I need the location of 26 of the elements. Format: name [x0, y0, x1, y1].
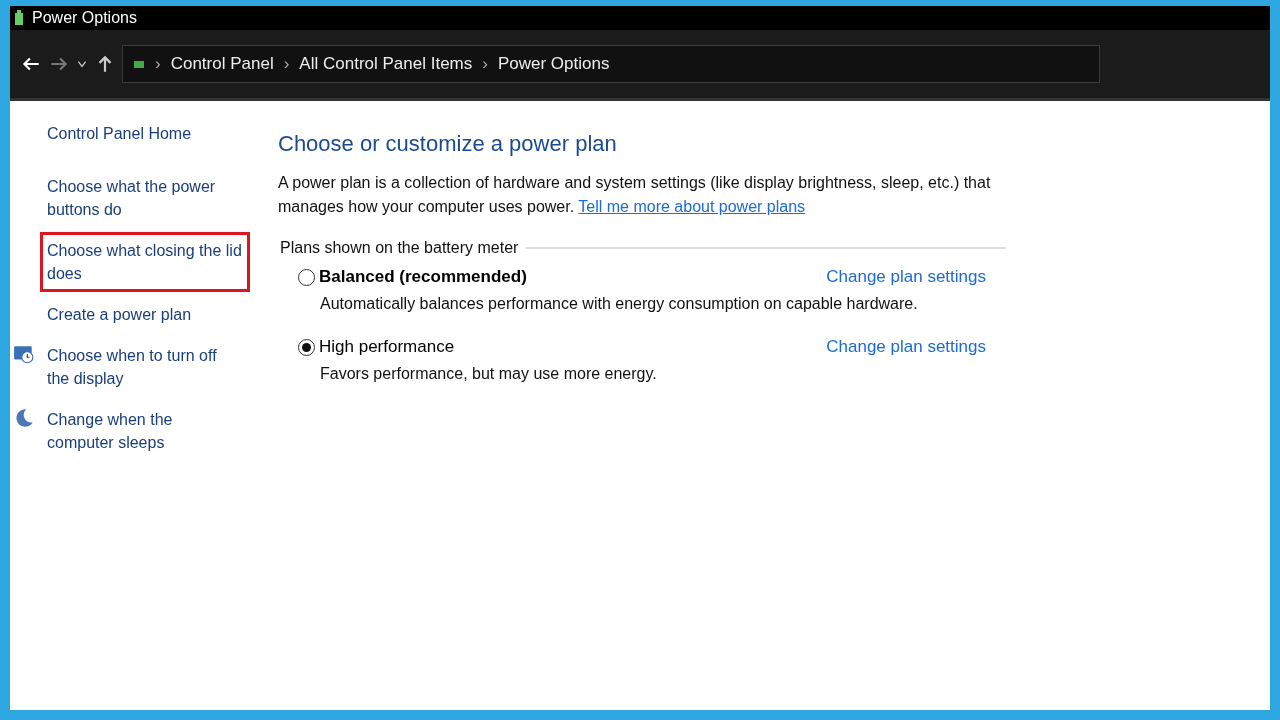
- folder-icon: [133, 58, 145, 70]
- sidebar-link[interactable]: Choose when to turn off the display: [40, 337, 244, 397]
- breadcrumb[interactable]: Power Options: [497, 54, 610, 74]
- address-field[interactable]: › Control Panel › All Control Panel Items › Power Options: [122, 45, 1100, 83]
- plan-name[interactable]: Balanced (recommended): [319, 267, 527, 287]
- change-plan-link[interactable]: Change plan settings: [826, 267, 986, 287]
- breadcrumb-separator: ›: [283, 54, 290, 74]
- plan-description: Favors performance, but may use more energy.: [320, 365, 658, 383]
- breadcrumb-separator: ›: [155, 54, 161, 74]
- breadcrumb[interactable]: All Control Panel Items: [299, 54, 473, 74]
- breadcrumb-separator: ›: [482, 54, 488, 74]
- sidebar-link[interactable]: Change when the computer sleeps: [40, 401, 244, 461]
- window-title: Power Options: [32, 9, 137, 27]
- plan-description: Automatically balances performance with energy consumption on capable hardware.: [320, 295, 919, 313]
- intro-text: A power plan is a collection of hardware and system settings (like display brightness, sleep, etc.) that manages how your computer uses power. Tell me more about power plans: [278, 173, 992, 217]
- page-heading: Choose or customize a power plan: [278, 131, 618, 157]
- sidebar-link[interactable]: Choose what closing the lid does: [40, 232, 250, 292]
- monitor-clock-icon: [12, 343, 36, 365]
- sidebar-link[interactable]: Choose what the power buttons do: [40, 168, 244, 228]
- plan-name[interactable]: High performance: [319, 337, 455, 357]
- sidebar-link[interactable]: Create a power plan: [40, 296, 244, 333]
- group-title: Plans shown on the battery meter: [280, 239, 519, 257]
- breadcrumb[interactable]: Control Panel: [170, 54, 274, 74]
- sidebar-link[interactable]: Control Panel Home: [40, 115, 244, 152]
- help-link[interactable]: Tell me more about power plans: [578, 198, 806, 215]
- change-plan-link[interactable]: Change plan settings: [826, 337, 986, 357]
